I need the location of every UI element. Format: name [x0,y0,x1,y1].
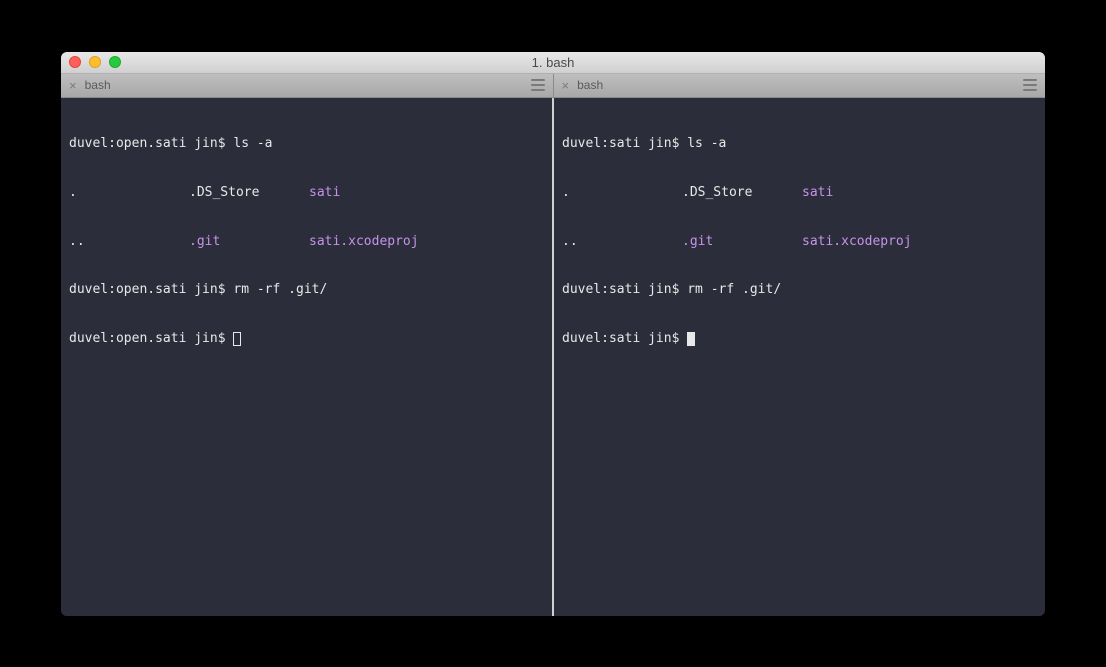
tabbar: × bash × bash [61,74,1045,98]
minimize-icon[interactable] [89,56,101,68]
tab-label: bash [577,78,603,92]
ls-entry: .DS_Store [682,185,802,201]
terminal-pane-left[interactable]: duvel:open.sati jin$ ls -a ..DS_Storesat… [61,98,554,616]
split-panes: duvel:open.sati jin$ ls -a ..DS_Storesat… [61,98,1045,616]
tab-bash-1[interactable]: × bash [61,74,554,97]
cursor-icon [687,332,695,346]
ls-entry: .DS_Store [189,185,309,201]
traffic-lights [61,56,121,68]
command: ls -a [233,136,272,151]
terminal-pane-right[interactable]: duvel:sati jin$ ls -a ..DS_Storesati ...… [554,98,1045,616]
ls-entry: sati [802,185,942,201]
command: ls -a [687,136,726,151]
ls-entry: . [562,185,682,201]
terminal-window: 1. bash × bash × bash duvel:open.sati ji… [61,52,1045,616]
prompt: duvel:sati jin$ [562,331,687,346]
ls-entry: .git [682,234,802,250]
ls-entry: sati.xcodeproj [309,234,449,250]
ls-entry: . [69,185,189,201]
ls-entry: sati.xcodeproj [802,234,942,250]
prompt: duvel:open.sati jin$ [69,331,233,346]
ls-entry: .. [562,234,682,250]
window-title: 1. bash [61,55,1045,70]
ls-entry: .. [69,234,189,250]
prompt: duvel:open.sati jin$ [69,282,233,297]
ls-entry: .git [189,234,309,250]
close-icon[interactable]: × [562,79,570,92]
ls-entry: sati [309,185,449,201]
command: rm -rf .git/ [687,282,781,297]
zoom-icon[interactable] [109,56,121,68]
titlebar[interactable]: 1. bash [61,52,1045,74]
prompt: duvel:sati jin$ [562,282,687,297]
close-icon[interactable]: × [69,79,77,92]
cursor-icon [233,332,241,346]
tab-bash-2[interactable]: × bash [554,74,1046,97]
close-icon[interactable] [69,56,81,68]
command: rm -rf .git/ [233,282,327,297]
prompt: duvel:sati jin$ [562,136,687,151]
hamburger-icon[interactable] [531,79,545,91]
tab-label: bash [85,78,111,92]
prompt: duvel:open.sati jin$ [69,136,233,151]
hamburger-icon[interactable] [1023,79,1037,91]
